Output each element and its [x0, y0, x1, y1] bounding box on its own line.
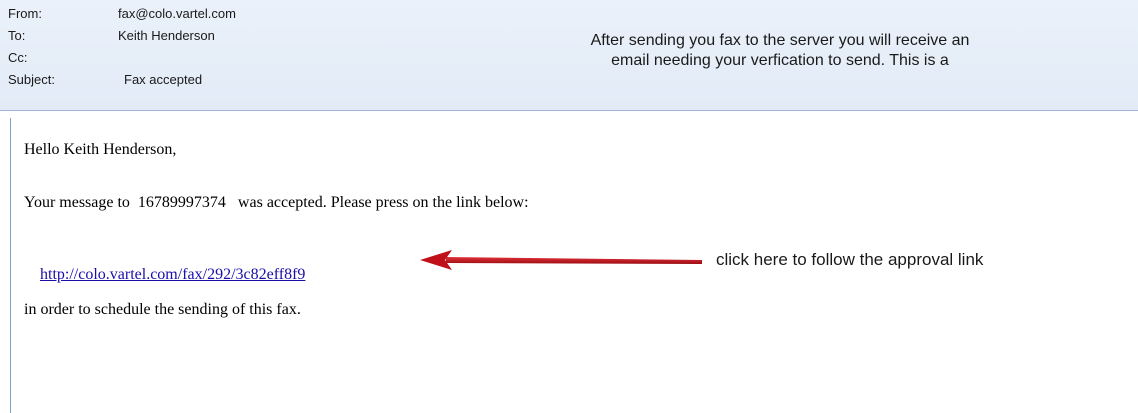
from-value[interactable]: fax@colo.vartel.com	[118, 6, 236, 21]
from-label: From:	[8, 6, 42, 21]
greeting-text: Hello Keith Henderson,	[24, 141, 177, 158]
approval-link-text[interactable]: http://colo.vartel.com/fax/292/3c82eff8f…	[40, 266, 305, 283]
to-label: To:	[8, 28, 26, 43]
to-value[interactable]: Keith Henderson	[118, 28, 215, 43]
cc-label: Cc:	[8, 50, 28, 65]
subject-label: Subject:	[8, 72, 55, 87]
subject-value: Fax accepted	[124, 72, 203, 87]
message-line: Your message to 16789997374 was accepted…	[24, 194, 529, 211]
approval-link[interactable]: http://colo.vartel.com/fax/292/3c82eff8f…	[24, 248, 305, 302]
instruction-callout: After sending you fax to the server you …	[590, 32, 970, 69]
email-window: From: fax@colo.vartel.com To: Keith Hend…	[0, 0, 1138, 413]
red-arrow-icon	[420, 250, 702, 270]
email-header: From: fax@colo.vartel.com To: Keith Hend…	[0, 0, 1138, 111]
closing-line: in order to schedule the sending of this…	[24, 301, 301, 318]
approval-note: click here to follow the approval link	[716, 250, 984, 269]
